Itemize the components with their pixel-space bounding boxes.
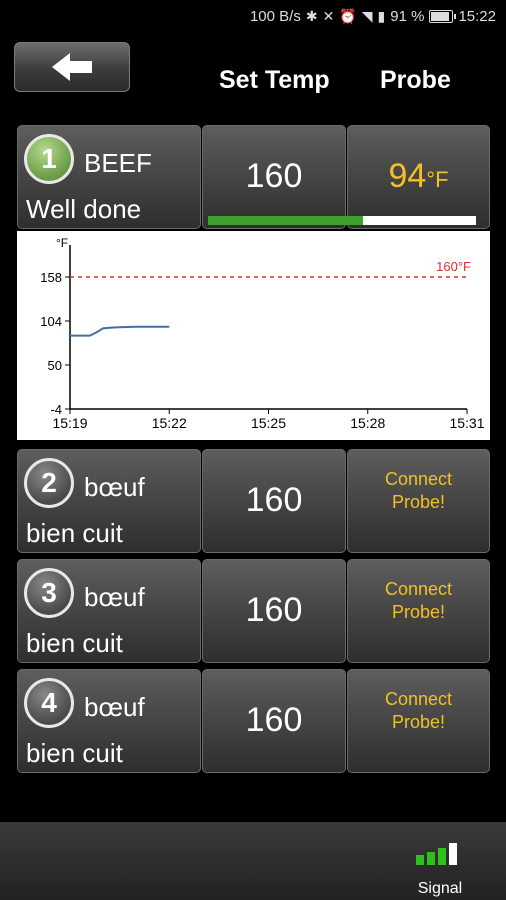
- back-arrow-icon: [52, 53, 92, 81]
- y-tick-label: 104: [40, 314, 62, 329]
- signal-label: Signal: [417, 880, 463, 897]
- network-speed: 100 B/s: [249, 8, 301, 25]
- cell-signal-icon: ▮: [377, 8, 386, 24]
- probe-row-1[interactable]: 1 BEEF Well done 160 94°F: [17, 125, 490, 229]
- x-tick-label: 15:22: [152, 415, 187, 431]
- signal-bar-2: [427, 852, 435, 865]
- set-temp-value: 160: [245, 701, 303, 739]
- probe-temp-value: 94: [388, 157, 427, 195]
- wifi-icon: ◥: [361, 8, 373, 24]
- probe-row-2[interactable]: 2 bœuf bien cuit 160 Connect Probe!: [17, 449, 490, 553]
- meat-label: BEEF: [84, 148, 152, 178]
- probe-1-name-cell[interactable]: 1 BEEF Well done: [17, 125, 201, 229]
- probe-temp-reading: 94°F: [348, 157, 489, 196]
- connect-line-1: Connect: [384, 689, 453, 709]
- mute-icon: ✕: [322, 8, 335, 24]
- probe-1-set-temp-cell[interactable]: 160: [202, 125, 346, 229]
- probe-number-badge: 2: [24, 458, 74, 508]
- connect-probe-message: Connect Probe!: [348, 468, 489, 514]
- probe-temp-series-line: [70, 325, 170, 337]
- probe-number-badge: 4: [24, 678, 74, 728]
- signal-strength-icon: [416, 839, 466, 865]
- battery-icon: [429, 10, 457, 23]
- signal-bar-1: [416, 855, 424, 865]
- x-tick-label: 15:31: [449, 415, 484, 431]
- probe-4-name-cell[interactable]: 4 bœuf bien cuit: [17, 669, 201, 773]
- temperature-chart-svg: °F15810450-415:19 15:22 15:25 15:28 15:31160…: [40, 236, 484, 431]
- set-temp-header: Set Temp: [219, 66, 330, 94]
- probe-2-name-cell[interactable]: 2 bœuf bien cuit: [17, 449, 201, 553]
- target-temp-label: 160°F: [436, 259, 471, 274]
- alarm-icon: ⏰: [339, 8, 357, 24]
- x-tick-label: 15:28: [350, 415, 385, 431]
- back-button[interactable]: [14, 42, 130, 92]
- probe-number-badge: 1: [24, 134, 74, 184]
- connect-line-1: Connect: [384, 579, 453, 599]
- y-tick-label: 50: [48, 358, 62, 373]
- meat-label: bœuf: [84, 692, 145, 722]
- status-icons: 100 B/s ✱ ✕ ⏰ ◥ ▮ 91 % 15:22: [250, 8, 496, 25]
- probe-2-set-temp-cell[interactable]: 160: [202, 449, 346, 553]
- probe-4-reading-cell[interactable]: Connect Probe!: [347, 669, 490, 773]
- probe-number-badge: 3: [24, 568, 74, 618]
- progress-fill: [208, 216, 364, 225]
- set-temp-value: 160: [245, 481, 303, 519]
- doneness-label: bien cuit: [26, 628, 123, 658]
- connect-probe-message: Connect Probe!: [348, 688, 489, 734]
- connect-line-2: Probe!: [391, 712, 446, 732]
- battery-percent: 91 %: [390, 8, 425, 25]
- probe-4-set-temp-cell[interactable]: 160: [202, 669, 346, 773]
- cooking-progress-bar: [208, 216, 476, 225]
- probe-3-name-cell[interactable]: 3 bœuf bien cuit: [17, 559, 201, 663]
- clock: 15:22: [458, 8, 496, 25]
- connect-line-2: Probe!: [391, 492, 446, 512]
- meat-label: bœuf: [84, 582, 145, 612]
- probe-temp-unit: °F: [426, 167, 449, 192]
- connect-line-1: Connect: [384, 469, 453, 489]
- connect-line-2: Probe!: [391, 602, 446, 622]
- probe-row-4[interactable]: 4 bœuf bien cuit 160 Connect Probe!: [17, 669, 490, 773]
- set-temp-value: 160: [245, 157, 303, 195]
- y-axis-label: °F: [56, 236, 68, 250]
- probe-header: Probe: [380, 66, 451, 94]
- meat-label: bœuf: [84, 472, 145, 502]
- status-bar: 100 B/s ✱ ✕ ⏰ ◥ ▮ 91 % 15:22: [0, 0, 506, 34]
- probe-3-set-temp-cell[interactable]: 160: [202, 559, 346, 663]
- doneness-label: Well done: [26, 194, 142, 224]
- signal-bar-4: [449, 843, 457, 865]
- y-tick-label: 158: [40, 270, 62, 285]
- probe-1-reading-cell[interactable]: 94°F: [347, 125, 490, 229]
- doneness-label: bien cuit: [26, 518, 123, 548]
- signal-bar-3: [438, 848, 446, 865]
- probe-2-reading-cell[interactable]: Connect Probe!: [347, 449, 490, 553]
- set-temp-value: 160: [245, 591, 303, 629]
- x-tick-label: 15:25: [251, 415, 286, 431]
- doneness-label: bien cuit: [26, 738, 123, 768]
- x-tick-label: 15:19: [52, 415, 87, 431]
- connect-probe-message: Connect Probe!: [348, 578, 489, 624]
- bluetooth-icon: ✱: [305, 8, 318, 24]
- temperature-chart: °F 158 104 50 -4 15:19 15:22 15:25 15:28 15:31 160…: [17, 231, 490, 440]
- probe-3-reading-cell[interactable]: Connect Probe!: [347, 559, 490, 663]
- probe-row-3[interactable]: 3 bœuf bien cuit 160 Connect Probe!: [17, 559, 490, 663]
